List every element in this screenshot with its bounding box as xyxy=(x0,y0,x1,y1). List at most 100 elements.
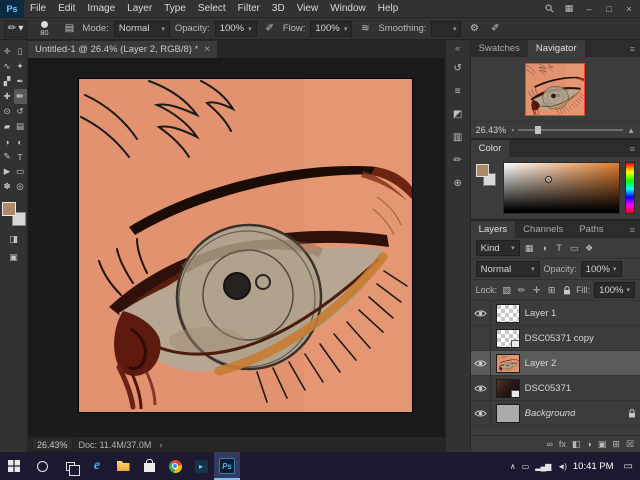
layer-thumbnail[interactable] xyxy=(495,303,520,323)
new-group-icon[interactable]: ▣ xyxy=(598,439,607,450)
zoom-in-icon[interactable]: ▲ xyxy=(627,126,635,135)
screen-mode-button[interactable]: ▣ xyxy=(6,250,22,264)
status-menu-arrow[interactable]: › xyxy=(159,440,162,450)
lock-artboard-icon[interactable]: ⊞ xyxy=(546,284,557,296)
layer-row-dsc05371[interactable]: DSC05371 xyxy=(470,375,640,401)
panel-menu-icon[interactable]: ≡ xyxy=(625,140,640,157)
taskbar-app-file-explorer[interactable] xyxy=(110,452,136,480)
cortana-button[interactable] xyxy=(28,452,56,480)
fill-dropdown[interactable]: 100% ▾ xyxy=(594,282,635,298)
zoom-out-icon[interactable]: ▴ xyxy=(512,127,515,133)
layer-row-layer-2[interactable]: Layer 2 xyxy=(470,350,640,376)
taskbar-app-edge[interactable]: e xyxy=(84,452,110,480)
task-view-button[interactable] xyxy=(56,452,84,480)
opacity-dropdown[interactable]: 100% ▾ xyxy=(214,20,257,37)
tool-dodge[interactable]: ◐ xyxy=(14,134,27,149)
airbrush-icon[interactable]: ≋ xyxy=(357,21,373,37)
filter-type-icon[interactable]: T xyxy=(554,242,565,254)
panel-menu-icon[interactable]: ≡ xyxy=(625,40,640,57)
tool-lasso[interactable]: ∿ xyxy=(1,59,14,74)
visibility-eye-icon[interactable] xyxy=(471,325,491,351)
kind-dropdown[interactable]: Kind ▾ xyxy=(475,240,520,256)
tab-paths[interactable]: Paths xyxy=(571,221,611,238)
smoothing-dropdown[interactable]: ▾ xyxy=(431,20,462,37)
taskbar-app-chrome[interactable] xyxy=(162,452,188,480)
tool-history-brush[interactable]: ↺ xyxy=(14,104,27,119)
layer-thumbnail[interactable] xyxy=(495,403,520,423)
start-button[interactable] xyxy=(0,452,28,480)
adjustments-icon[interactable]: ◩ xyxy=(449,106,467,122)
tab-navigator[interactable]: Navigator xyxy=(527,40,585,57)
foreground-swatch[interactable] xyxy=(1,202,16,216)
properties-icon[interactable]: ≡ xyxy=(449,83,467,99)
search-icon[interactable] xyxy=(540,0,558,18)
menu-view[interactable]: View xyxy=(291,0,325,18)
quick-mask-button[interactable]: ◨ xyxy=(6,232,22,246)
color-foreground-swatch[interactable] xyxy=(475,164,489,177)
tab-close-icon[interactable]: × xyxy=(204,44,210,55)
delete-layer-icon[interactable]: ☒ xyxy=(626,439,634,450)
tool-marquee[interactable]: ▯ xyxy=(14,44,27,59)
tray-volume-icon[interactable]: ◄) xyxy=(557,462,567,471)
menu-window[interactable]: Window xyxy=(324,0,372,18)
color-field[interactable] xyxy=(502,162,620,214)
menu-layer[interactable]: Layer xyxy=(121,0,158,18)
tab-channels[interactable]: Channels xyxy=(515,221,571,238)
layer-row-layer-1[interactable]: Layer 1 xyxy=(470,301,640,326)
tab-color[interactable]: Color xyxy=(470,140,510,157)
lock-position-icon[interactable]: ✛ xyxy=(531,284,542,296)
menu-help[interactable]: Help xyxy=(372,0,405,18)
tool-clone-stamp[interactable]: ⊙ xyxy=(1,104,14,119)
layer-mask-icon[interactable]: ◧ xyxy=(572,439,581,450)
brush-settings-icon[interactable]: ✏ xyxy=(449,152,467,168)
brush-preset-picker[interactable]: 80 xyxy=(32,19,56,39)
lock-transparency-icon[interactable]: ▨ xyxy=(501,284,512,296)
dock-expand-icon[interactable]: « xyxy=(455,43,460,53)
visibility-eye-icon[interactable] xyxy=(471,301,491,326)
flow-dropdown[interactable]: 100% ▾ xyxy=(310,20,353,37)
navigator-preview[interactable] xyxy=(525,62,586,116)
visibility-eye-icon[interactable] xyxy=(471,400,491,426)
zoom-slider-thumb[interactable] xyxy=(534,126,541,134)
menu-type[interactable]: Type xyxy=(158,0,192,18)
tool-hand[interactable]: ✽ xyxy=(1,179,14,194)
navigator-zoom-slider[interactable] xyxy=(518,126,624,134)
tool-eraser[interactable]: ▰ xyxy=(1,119,14,134)
minimize-button[interactable]: – xyxy=(580,0,598,18)
close-button[interactable]: × xyxy=(620,0,638,18)
layer-thumbnail[interactable] xyxy=(495,328,520,348)
taskbar-app-media-app[interactable]: ▸ xyxy=(188,452,214,480)
layer-row-dsc05371-copy[interactable]: DSC05371 copy xyxy=(470,325,640,351)
hue-slider[interactable] xyxy=(625,162,635,214)
link-layers-icon[interactable]: ∞ xyxy=(546,439,552,449)
libraries-icon[interactable]: ▥ xyxy=(449,129,467,145)
tool-eyedropper[interactable]: ✒ xyxy=(14,74,27,89)
new-layer-icon[interactable]: ⊞ xyxy=(612,439,620,450)
layer-thumbnail[interactable] xyxy=(495,378,520,398)
notification-center-icon[interactable]: ▭ xyxy=(621,461,636,472)
tool-preset-picker[interactable]: ✏ ▾ xyxy=(4,19,28,38)
menu-select[interactable]: Select xyxy=(192,0,232,18)
canvas[interactable] xyxy=(79,79,412,412)
navigator-zoom-value[interactable]: 26.43% xyxy=(476,125,508,135)
filter-adjustment-icon[interactable]: ◑ xyxy=(539,242,550,254)
tab-swatches[interactable]: Swatches xyxy=(471,40,528,57)
tool-move[interactable]: ✛ xyxy=(1,44,14,59)
lock-all-icon[interactable] xyxy=(561,284,572,296)
maximize-button[interactable]: □ xyxy=(600,0,618,18)
history-icon[interactable]: ↺ xyxy=(449,60,467,76)
document-tab[interactable]: Untitled-1 @ 26.4% (Layer 2, RGB/8) * × xyxy=(28,41,219,58)
clone-source-icon[interactable]: ⊕ xyxy=(449,175,467,191)
status-zoom-field[interactable]: 26.43% xyxy=(32,438,73,451)
tray-chevron-icon[interactable]: ∧ xyxy=(510,462,516,471)
tool-brush[interactable]: ✏ xyxy=(13,89,27,104)
layers-opacity-dropdown[interactable]: 100% ▾ xyxy=(580,261,622,277)
taskbar-app-store[interactable] xyxy=(136,452,162,480)
menu-filter[interactable]: Filter xyxy=(232,0,266,18)
smoothing-gear-icon[interactable]: ⚙ xyxy=(466,21,482,37)
menu-file[interactable]: File xyxy=(24,0,52,18)
tool-gradient[interactable]: ▤ xyxy=(14,119,27,134)
tool-path-selection[interactable]: ▶ xyxy=(1,164,14,179)
taskbar-app-photoshop[interactable]: Ps xyxy=(214,452,240,480)
layer-effects-icon[interactable]: fx xyxy=(559,439,566,449)
